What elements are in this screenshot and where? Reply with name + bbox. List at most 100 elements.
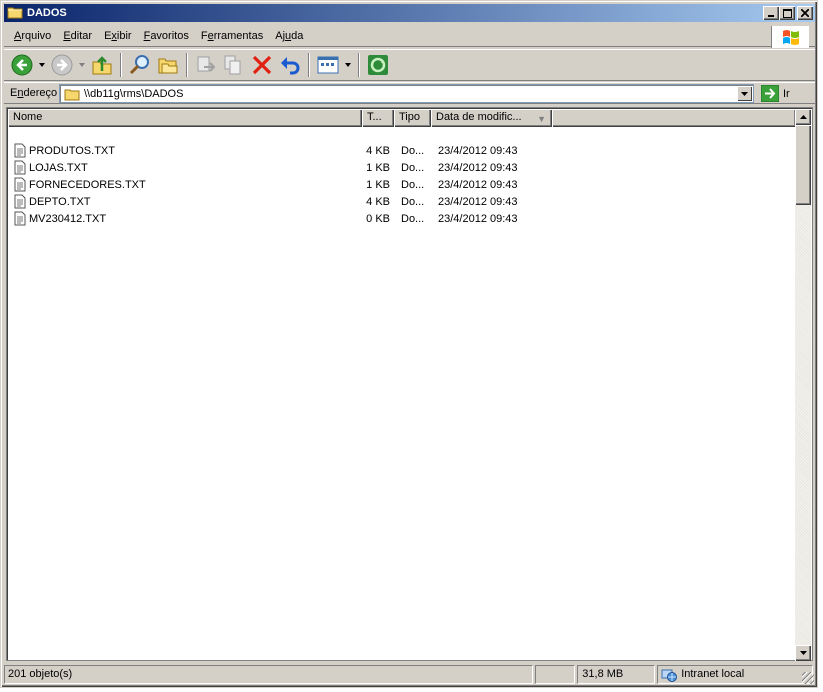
- file-row[interactable]: FORNECEDORES.TXT 1 KB Do... 23/4/2012 09…: [8, 176, 548, 193]
- sort-arrow-icon: ▼: [537, 114, 546, 124]
- minimize-button[interactable]: [763, 6, 779, 20]
- views-icon: [317, 56, 339, 74]
- status-bar: 201 objeto(s) 31,8 MB Intranet local: [4, 665, 815, 685]
- views-button[interactable]: [314, 51, 342, 79]
- address-dropdown-button[interactable]: [737, 86, 752, 101]
- menu-editar[interactable]: Editar: [57, 30, 98, 42]
- column-header-name[interactable]: Nome: [8, 109, 362, 127]
- explorer-window: DADOS Arquivo Editar Exibir Favoritos Fe…: [0, 0, 818, 688]
- back-icon: [11, 54, 33, 76]
- toolbar-separator: [358, 53, 360, 77]
- status-empty-pane: [535, 665, 576, 684]
- file-type: Do...: [401, 195, 425, 208]
- file-date: 23/4/2012 09:43: [438, 195, 518, 208]
- forward-dropdown[interactable]: [76, 51, 88, 79]
- column-headers: Nome T... Tipo Data de modific... ▼: [8, 109, 796, 127]
- resize-grip[interactable]: [802, 672, 814, 684]
- folder-icon: [7, 5, 23, 22]
- file-row[interactable]: DEPTO.TXT 4 KB Do... 23/4/2012 09:43: [8, 193, 548, 210]
- column-header-size[interactable]: T...: [362, 109, 394, 127]
- column-header-date[interactable]: Data de modific... ▼: [431, 109, 552, 127]
- go-arrow-icon: [761, 85, 779, 102]
- menu-bar: Arquivo Editar Exibir Favoritos Ferramen…: [4, 25, 815, 48]
- file-name: DEPTO.TXT: [29, 195, 91, 208]
- status-object-count: 201 objeto(s): [4, 665, 534, 684]
- go-button[interactable]: Ir: [761, 85, 790, 102]
- copy-to-button[interactable]: [220, 51, 248, 79]
- file-type: Do...: [401, 178, 425, 191]
- address-bar: Endereço \\db11g\rms\DADOS Ir: [4, 82, 815, 104]
- menu-favoritos[interactable]: Favoritos: [138, 30, 195, 42]
- move-to-button[interactable]: [192, 51, 220, 79]
- file-size: 4 KB: [366, 195, 390, 208]
- status-size: 31,8 MB: [577, 665, 656, 684]
- up-folder-button[interactable]: [88, 51, 116, 79]
- delete-icon: [252, 55, 272, 75]
- file-name: LOJAS.TXT: [29, 161, 88, 174]
- file-list-view[interactable]: Nome T... Tipo Data de modific... ▼ PRODU…: [6, 107, 813, 661]
- forward-icon: [51, 54, 73, 76]
- address-input[interactable]: \\db11g\rms\DADOS: [59, 84, 754, 103]
- maximize-button[interactable]: [779, 6, 795, 20]
- menu-arquivo[interactable]: Arquivo: [8, 30, 57, 42]
- zone-label: Intranet local: [681, 668, 745, 680]
- views-dropdown[interactable]: [342, 51, 354, 79]
- undo-icon: [281, 57, 300, 75]
- file-size: 4 KB: [366, 144, 390, 157]
- scroll-up-button[interactable]: [795, 109, 811, 125]
- back-dropdown[interactable]: [36, 51, 48, 79]
- toolbar: [4, 49, 815, 81]
- menu-ajuda[interactable]: Ajuda: [269, 30, 309, 42]
- status-zone: Intranet local: [657, 665, 813, 684]
- up-folder-icon: [92, 56, 112, 75]
- close-button[interactable]: [797, 6, 813, 20]
- file-date: 23/4/2012 09:43: [438, 178, 518, 191]
- toolbar-separator: [186, 53, 188, 77]
- toolbar-separator: [120, 53, 122, 77]
- menu-ferramentas[interactable]: Ferramentas: [195, 30, 269, 42]
- file-date: 23/4/2012 09:43: [438, 161, 518, 174]
- search-button[interactable]: [126, 51, 154, 79]
- file-rows: PRODUTOS.TXT 4 KB Do... 23/4/2012 09:43 …: [8, 142, 548, 227]
- file-type: Do...: [401, 161, 425, 174]
- delete-button[interactable]: [248, 51, 276, 79]
- text-file-icon: [14, 211, 26, 229]
- title-bar[interactable]: DADOS: [4, 4, 815, 22]
- windows-logo-icon: [771, 26, 809, 48]
- window-title: DADOS: [27, 7, 67, 19]
- vertical-scrollbar[interactable]: [795, 109, 811, 661]
- scroll-down-button[interactable]: [795, 645, 811, 661]
- folders-icon: [158, 58, 178, 74]
- forward-button[interactable]: [48, 51, 76, 79]
- file-date: 23/4/2012 09:43: [438, 212, 518, 225]
- file-row[interactable]: MV230412.TXT 0 KB Do... 23/4/2012 09:43: [8, 210, 548, 227]
- file-size: 1 KB: [366, 178, 390, 191]
- sync-icon: [368, 55, 388, 75]
- file-type: Do...: [401, 212, 425, 225]
- file-name: FORNECEDORES.TXT: [29, 178, 146, 191]
- file-name: PRODUTOS.TXT: [29, 144, 115, 157]
- menu-exibir[interactable]: Exibir: [98, 30, 138, 42]
- file-row[interactable]: PRODUTOS.TXT 4 KB Do... 23/4/2012 09:43: [8, 142, 548, 159]
- column-header-date-label: Data de modific...: [436, 111, 522, 123]
- address-path: \\db11g\rms\DADOS: [84, 87, 184, 100]
- go-label: Ir: [783, 87, 790, 100]
- file-row[interactable]: LOJAS.TXT 1 KB Do... 23/4/2012 09:43: [8, 159, 548, 176]
- file-name: MV230412.TXT: [29, 212, 107, 225]
- scroll-thumb[interactable]: [795, 125, 811, 205]
- folders-button[interactable]: [154, 51, 182, 79]
- file-date: 23/4/2012 09:43: [438, 144, 518, 157]
- column-header-empty: [552, 109, 796, 127]
- sync-button[interactable]: [364, 51, 392, 79]
- folder-icon: [64, 89, 80, 100]
- copy-to-icon: [224, 55, 241, 75]
- file-type: Do...: [401, 144, 425, 157]
- file-size: 1 KB: [366, 161, 390, 174]
- file-size: 0 KB: [366, 212, 390, 225]
- search-icon: [129, 55, 149, 75]
- toolbar-separator: [308, 53, 310, 77]
- back-button[interactable]: [8, 51, 36, 79]
- column-header-type[interactable]: Tipo: [394, 109, 431, 127]
- intranet-zone-icon: [661, 669, 678, 682]
- undo-button[interactable]: [276, 51, 304, 79]
